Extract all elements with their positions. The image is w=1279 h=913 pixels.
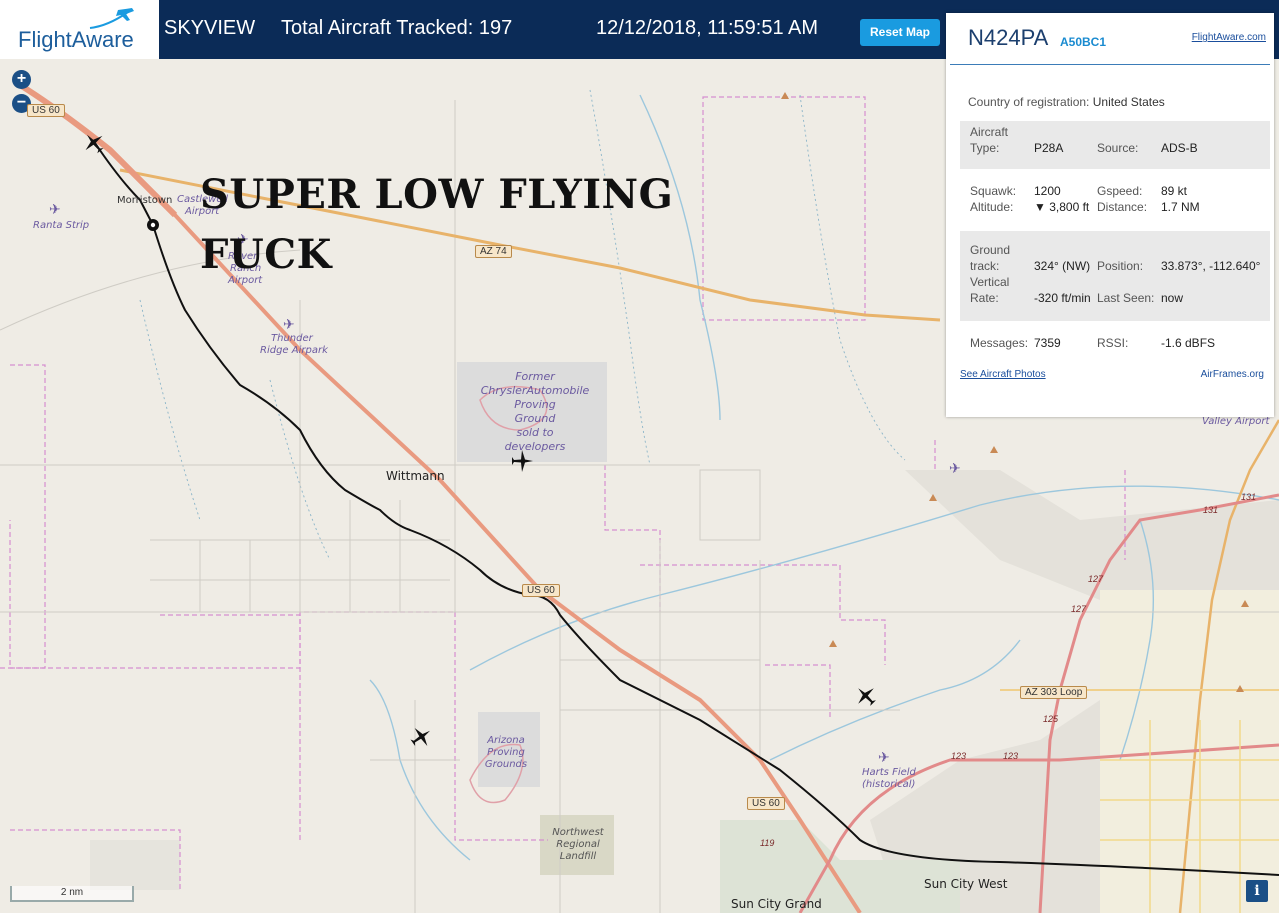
area-chrysler-line: ChryslerAutomobile [480, 384, 590, 397]
rssi-value: -1.6 dBFS [1161, 336, 1216, 350]
vrate-label: Vertical [970, 275, 1010, 289]
area-chrysler-line: developers [504, 440, 566, 453]
distance-label: Distance: [1097, 200, 1148, 214]
lastseen-value: now [1161, 291, 1184, 305]
country-value: United States [1092, 95, 1165, 109]
aircraft-info-panel: N424PA A50BC1 FlightAware.com Country of… [946, 13, 1274, 417]
airport-ranta: Ranta Strip [33, 220, 90, 231]
area-chrysler-line: Ground [514, 412, 556, 425]
shield-az303: AZ 303 Loop [1020, 686, 1088, 699]
area-landfill-line: Regional [556, 839, 600, 850]
airport-icon: ✈ [878, 750, 890, 766]
lastseen-label: Last Seen: [1097, 291, 1155, 305]
route-number: 131 [1241, 492, 1257, 502]
track-value: 324° (NW) [1034, 259, 1091, 273]
route-number: 127 [1088, 574, 1104, 584]
altitude-label: Altitude: [970, 200, 1014, 214]
airframes-link[interactable]: AirFrames.org [1201, 369, 1264, 380]
aircraft-photos-link[interactable]: See Aircraft Photos [960, 369, 1046, 380]
info-button[interactable]: i [1246, 880, 1268, 902]
route-number: 123 [951, 751, 967, 761]
total-tracked: Total Aircraft Tracked: 197 [281, 17, 513, 39]
type-row: Aircraft Type: P28A Source: ADS-B [960, 121, 1270, 169]
flightaware-logo[interactable]: FlightAware [0, 0, 159, 59]
track-label: Ground [970, 243, 1011, 257]
vrate-value: -320 ft/min [1034, 291, 1091, 305]
caption-line-2: FUCK [200, 231, 332, 278]
squawk-row: Squawk: 1200 Gspeed: 89 kt Altitude: ▼ 3… [960, 177, 1270, 217]
route-number: 123 [1003, 751, 1019, 761]
reset-map-button[interactable]: Reset Map [860, 19, 940, 46]
aircraft-icon[interactable] [510, 449, 534, 473]
airport-icon: ✈ [283, 317, 295, 333]
aircraft-registration: N424PA [968, 25, 1049, 50]
airport-harts-2: (historical) [862, 779, 916, 790]
airport-icon: ✈ [949, 461, 961, 477]
position-value: 33.873°, -112.640° [1161, 259, 1261, 273]
area-landfill: Northwest Regional Landfill [546, 827, 610, 863]
gspeed-value: 89 kt [1161, 184, 1188, 198]
panel-divider [950, 64, 1270, 65]
rssi-label: RSSI: [1097, 336, 1129, 350]
area-chrysler-proving-ground: Former ChryslerAutomobile Proving Ground… [470, 370, 600, 454]
airport-thunder-1: Thunder [271, 333, 313, 344]
aircraft-type-label: Aircraft [970, 125, 1009, 139]
gspeed-label: Gspeed: [1097, 184, 1143, 198]
scale-bar: 2 nm [10, 886, 134, 902]
zoom-in-button[interactable]: + [12, 70, 31, 89]
area-arizona-proving-grounds: Arizona Proving Grounds [476, 735, 536, 771]
area-arizona-line: Proving [487, 747, 525, 758]
area-arizona-line: Arizona [487, 735, 525, 746]
logo-text: FlightAware [18, 27, 134, 52]
area-chrysler-line: Former [515, 370, 555, 383]
distance-value: 1.7 NM [1161, 200, 1200, 214]
route-number: 131 [1203, 505, 1219, 515]
country-label: Country of registration: [968, 95, 1090, 109]
vrate-label: Rate: [970, 291, 999, 305]
app-title: SKYVIEW [164, 17, 256, 39]
airport-harts-1: Harts Field [862, 767, 916, 778]
messages-row: Messages: 7359 RSSI: -1.6 dBFS [960, 331, 1270, 355]
source-label: Source: [1097, 141, 1139, 155]
meme-caption: SUPER LOW FLYING FUCK [200, 165, 673, 285]
country-row: Country of registration: United States [968, 95, 1270, 109]
area-arizona-line: Grounds [484, 759, 528, 770]
messages-label: Messages: [970, 336, 1029, 350]
route-number: 125 [1043, 714, 1059, 724]
squawk-label: Squawk: [970, 184, 1017, 198]
place-wittmann: Wittmann [386, 469, 445, 483]
area-landfill-line: Landfill [559, 851, 597, 862]
area-chrysler-line: Proving [514, 398, 556, 411]
area-landfill-line: Northwest [552, 827, 604, 838]
shield-us60: US 60 [522, 584, 560, 597]
place-sun-city-west: Sun City West [924, 877, 1008, 891]
messages-value: 7359 [1034, 336, 1061, 350]
place-sun-city-grand: Sun City Grand [731, 897, 822, 911]
shield-us60: US 60 [747, 797, 785, 810]
track-row: Ground track: 324° (NW) Position: 33.873… [960, 231, 1270, 321]
squawk-value: 1200 [1034, 184, 1061, 198]
area-chrysler-line: sold to [516, 426, 554, 439]
aircraft-type-label: Type: [970, 141, 1000, 155]
caption-line-1: SUPER LOW FLYING [200, 171, 674, 218]
shield-us60: US 60 [27, 104, 65, 117]
route-number: 127 [1071, 604, 1087, 614]
place-morristown: Morristown [117, 195, 173, 206]
airport-valley: Valley Airport [1202, 416, 1270, 427]
source-value: ADS-B [1161, 141, 1198, 155]
position-label: Position: [1097, 259, 1144, 273]
airport-icon: ✈ [49, 202, 61, 218]
airport-thunder-2: Ridge Airpark [260, 345, 328, 356]
flightaware-link[interactable]: FlightAware.com [1192, 32, 1266, 43]
track-label: track: [970, 259, 1000, 273]
altitude-value: ▼ 3,800 ft [1034, 200, 1090, 214]
datetime: 12/12/2018, 11:59:51 AM [596, 17, 819, 39]
aircraft-hex: A50BC1 [1060, 35, 1107, 49]
aircraft-type-value: P28A [1034, 141, 1064, 155]
route-number: 119 [760, 838, 775, 848]
